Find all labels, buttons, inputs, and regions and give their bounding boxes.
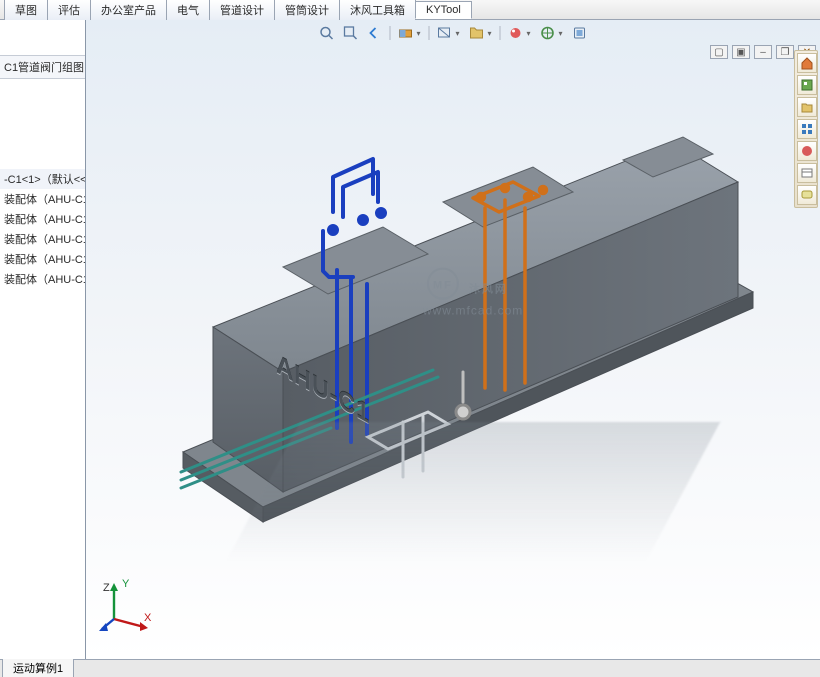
- feature-tree: -C1<1>（默认<<默 装配体（AHU-C1） 装配体（AHU-C1） 装配体…: [0, 79, 85, 659]
- zoom-area-icon[interactable]: [342, 24, 360, 42]
- view-palette-icon[interactable]: [797, 119, 817, 139]
- doc-title: C1管道阀门组图（默: [0, 56, 85, 79]
- floor-reflection: [226, 422, 720, 562]
- doc-minimize2-button[interactable]: –: [754, 45, 772, 59]
- tab-mufeng-tools[interactable]: 沐风工具箱: [339, 0, 416, 20]
- toolbar-separator: [500, 26, 501, 40]
- prev-view-icon[interactable]: [366, 24, 384, 42]
- feature-tree-panel: C1管道阀门组图（默 -C1<1>（默认<<默 装配体（AHU-C1） 装配体（…: [0, 20, 86, 659]
- content-row: ▢ ▣ – ❐ ✕ C1管道阀门组图（默 -C1<1>（默认<<默 装配体（AH…: [0, 20, 820, 659]
- svg-text:Y: Y: [122, 578, 130, 590]
- display-style-icon[interactable]: [436, 24, 454, 42]
- tab-electrical[interactable]: 电气: [166, 0, 210, 20]
- bottom-tab-bar: 运动算例1: [0, 659, 820, 677]
- edit-appearance-icon[interactable]: [507, 24, 525, 42]
- model-view: AHU-C1: [133, 112, 773, 542]
- tab-office[interactable]: 办公室产品: [90, 0, 167, 20]
- tree-item[interactable]: 装配体（AHU-C1）: [0, 249, 85, 269]
- doc-restore-button[interactable]: ▣: [732, 45, 750, 59]
- tab-tubing[interactable]: 管筒设计: [274, 0, 340, 20]
- display-style-dropdown[interactable]: ▾: [454, 24, 462, 42]
- doc-maximize-button[interactable]: ❐: [776, 45, 794, 59]
- home-icon[interactable]: [797, 53, 817, 73]
- section-view-dropdown[interactable]: ▾: [415, 24, 423, 42]
- svg-text:X: X: [144, 612, 152, 624]
- tree-root[interactable]: -C1<1>（默认<<默: [0, 169, 85, 189]
- toolbar-separator: [390, 26, 391, 40]
- viewport[interactable]: ▾ ▾ ▾ ▾ ▾: [86, 20, 820, 659]
- doc-minimize-button[interactable]: ▢: [710, 45, 728, 59]
- forum-icon[interactable]: [797, 185, 817, 205]
- tree-item[interactable]: 装配体（AHU-C1）: [0, 189, 85, 209]
- edit-appearance-dropdown[interactable]: ▾: [525, 24, 533, 42]
- toolbar-separator: [429, 26, 430, 40]
- tree-item[interactable]: 装配体（AHU-C1）: [0, 269, 85, 289]
- apply-scene-icon[interactable]: [539, 24, 557, 42]
- view-settings-icon[interactable]: [571, 24, 589, 42]
- hide-show-icon[interactable]: [468, 24, 486, 42]
- view-triad[interactable]: Z Y X: [100, 577, 154, 631]
- zoom-fit-icon[interactable]: [318, 24, 336, 42]
- motion-study-tab[interactable]: 运动算例1: [2, 659, 74, 677]
- file-explorer-icon[interactable]: [797, 97, 817, 117]
- apply-scene-dropdown[interactable]: ▾: [557, 24, 565, 42]
- tab-sketch[interactable]: 草图: [4, 0, 48, 20]
- tree-item[interactable]: 装配体（AHU-C1）: [0, 229, 85, 249]
- heads-up-toolbar: ▾ ▾ ▾ ▾ ▾: [318, 24, 589, 42]
- ribbon: 草图 评估 办公室产品 电气 管道设计 管筒设计 沐风工具箱 KYTool: [0, 0, 820, 20]
- tab-piping[interactable]: 管道设计: [209, 0, 275, 20]
- tab-evaluate[interactable]: 评估: [47, 0, 91, 20]
- design-library-icon[interactable]: [797, 75, 817, 95]
- custom-props-icon[interactable]: [797, 163, 817, 183]
- feature-tree-toolbar: [0, 20, 85, 56]
- appearance-icon[interactable]: [797, 141, 817, 161]
- tab-kytool[interactable]: KYTool: [415, 1, 472, 19]
- hide-show-dropdown[interactable]: ▾: [486, 24, 494, 42]
- tree-item[interactable]: 装配体（AHU-C1）: [0, 209, 85, 229]
- task-pane: [794, 50, 818, 208]
- svg-text:Z: Z: [103, 582, 110, 594]
- section-view-icon[interactable]: [397, 24, 415, 42]
